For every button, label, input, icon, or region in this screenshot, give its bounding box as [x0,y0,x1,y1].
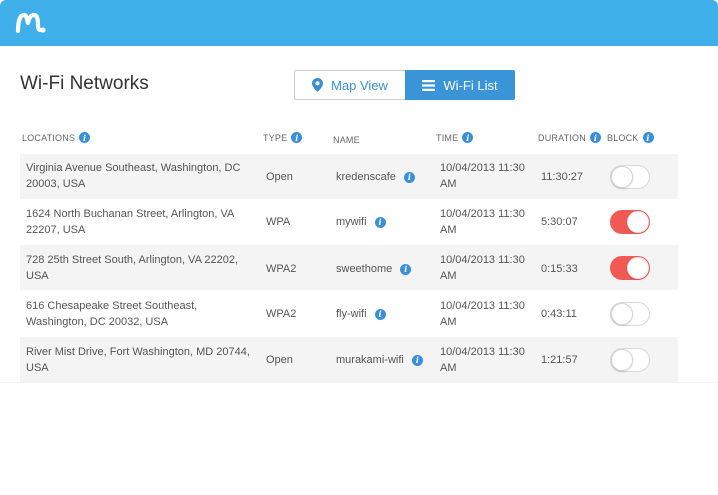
info-icon[interactable]: i [642,132,654,143]
block-toggle[interactable] [610,348,650,372]
view-toggle: Map View Wi-Fi List [294,70,515,100]
time-cell: 10/04/2013 11:30 AM [440,254,525,282]
empty-area [0,382,718,495]
toggle-knob [627,211,649,233]
wifi-list-label: Wi-Fi List [443,77,498,93]
column-header-block: BLOCK i [607,132,654,143]
location-cell: River Mist Drive, Fort Washington, MD 20… [26,346,250,374]
duration-cell: 5:30:07 [541,216,578,228]
info-icon[interactable]: i [374,216,386,228]
page-title: Wi-Fi Networks [20,73,149,94]
map-view-button[interactable]: Map View [294,70,405,100]
wifi-list-button[interactable]: Wi-Fi List [405,70,515,100]
column-header-name: NAME [333,135,360,145]
location-cell: 1624 North Buchanan Street, Arlington, V… [26,208,235,236]
type-cell: Open [266,171,293,183]
map-view-label: Map View [331,77,388,93]
table-row: Virginia Avenue Southeast, Washington, D… [20,154,678,199]
info-icon[interactable]: i [79,132,91,143]
name-cell: sweethome i [336,261,412,277]
type-cell: WPA [266,216,291,228]
info-icon[interactable]: i [400,263,412,275]
column-header-type: TYPE i [263,132,303,143]
list-icon [422,79,436,91]
duration-cell: 0:43:11 [541,308,577,320]
info-icon[interactable]: i [291,132,303,143]
time-cell: 10/04/2013 11:30 AM [440,346,525,374]
location-cell: Virginia Avenue Southeast, Washington, D… [26,162,241,190]
column-header-duration: DURATION i [538,132,601,143]
block-toggle[interactable] [610,302,650,326]
block-toggle[interactable] [610,210,650,234]
time-cell: 10/04/2013 11:30 AM [440,162,525,190]
mspy-logo-icon[interactable] [15,9,47,35]
table-row: River Mist Drive, Fort Washington, MD 20… [20,337,678,382]
toggle-knob [627,257,649,279]
main-content: Wi-Fi Networks Map View Wi-Fi List LOCAT… [0,46,718,382]
duration-cell: 0:15:33 [541,263,578,275]
column-header-time: TIME i [436,132,474,143]
table-row: 616 Chesapeake Street Southeast, Washing… [20,291,678,336]
duration-cell: 11:30:27 [541,171,584,183]
name-cell: murakami-wifi i [336,352,423,368]
type-cell: WPA2 [266,308,297,320]
table-row: 1624 North Buchanan Street, Arlington, V… [20,199,678,244]
time-cell: 10/04/2013 11:30 AM [440,208,525,236]
column-header-locations: LOCATIONS i [22,132,91,143]
info-icon[interactable]: i [374,308,386,320]
info-icon[interactable]: i [403,171,415,183]
info-icon[interactable]: i [462,132,474,143]
time-cell: 10/04/2013 11:30 AM [440,300,525,328]
top-bar [0,0,718,46]
block-toggle[interactable] [610,165,650,189]
app-window: Wi-Fi Networks Map View Wi-Fi List LOCAT… [0,0,718,495]
map-pin-icon [312,78,324,92]
info-icon[interactable]: i [411,354,423,366]
block-toggle[interactable] [610,256,650,280]
location-cell: 728 25th Street South, Arlington, VA 222… [26,254,239,282]
type-cell: WPA2 [266,263,297,275]
info-icon[interactable]: i [589,132,601,143]
name-cell: mywifi i [336,214,386,230]
duration-cell: 1:21:57 [541,354,578,366]
table-row: 728 25th Street South, Arlington, VA 222… [20,245,678,290]
toggle-knob [611,349,633,371]
type-cell: Open [266,354,293,366]
name-cell: kredenscafe i [336,169,415,185]
toggle-knob [611,303,633,325]
location-cell: 616 Chesapeake Street Southeast, Washing… [26,300,198,328]
name-cell: fly-wifi i [336,306,386,322]
toggle-knob [611,166,633,188]
